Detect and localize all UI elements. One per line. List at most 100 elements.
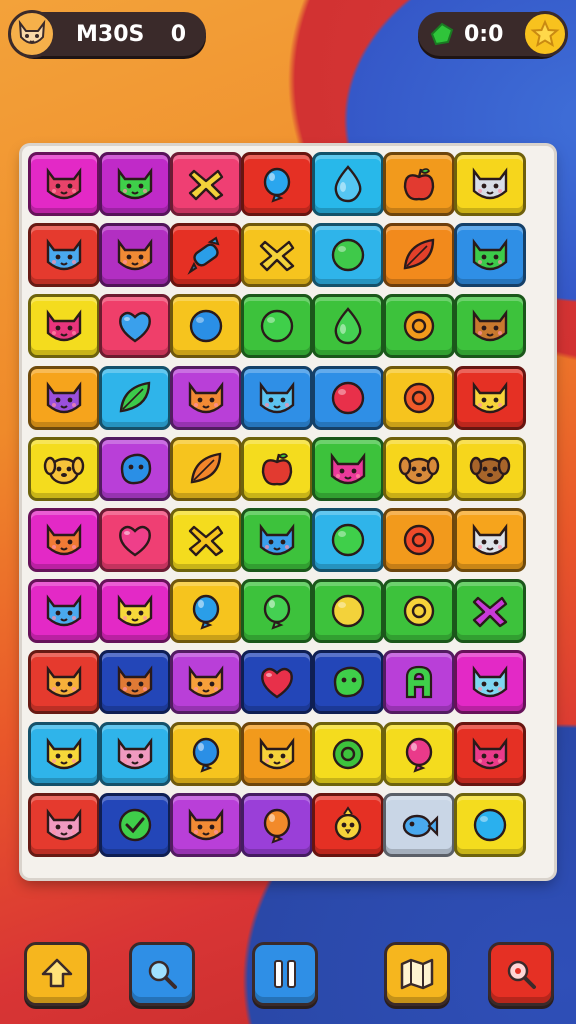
tile-r4-c7[interactable] [454, 365, 526, 430]
tile-r8-c5[interactable] [312, 650, 384, 715]
tile-r9-c7[interactable] [454, 721, 526, 786]
tile-r10-c7[interactable] [454, 792, 526, 857]
tile-r10-c2[interactable] [99, 792, 171, 857]
gem-panel: 0:0 [418, 11, 568, 57]
tile-r9-c4[interactable] [241, 721, 313, 786]
tile-r3-c7[interactable] [454, 294, 526, 359]
tile-r1-c3[interactable] [170, 152, 242, 216]
score-panel: M30S 0 [8, 10, 206, 58]
tile-r8-c7[interactable] [454, 650, 526, 715]
tile-r5-c4[interactable] [241, 436, 313, 501]
cat-face-icon [38, 232, 90, 278]
tile-r3-c3[interactable] [170, 294, 242, 359]
tile-r10-c6[interactable] [383, 792, 455, 857]
tile-r1-c6[interactable] [383, 152, 455, 216]
tile-r7-c7[interactable] [454, 579, 526, 644]
tile-r9-c1[interactable] [28, 721, 100, 786]
level-label: M30S [76, 21, 145, 47]
tile-r3-c5[interactable] [312, 294, 384, 359]
cat-face-icon [109, 731, 161, 777]
tile-r3-c4[interactable] [241, 294, 313, 359]
tile-r2-c2[interactable] [99, 223, 171, 288]
tile-r2-c4[interactable] [241, 223, 313, 288]
letter-a-icon [393, 659, 445, 705]
tile-r8-c4[interactable] [241, 650, 313, 715]
tile-r8-c2[interactable] [99, 650, 171, 715]
tile-r4-c6[interactable] [383, 365, 455, 430]
circle-gem-icon [464, 802, 516, 848]
tile-r3-c1[interactable] [28, 294, 100, 359]
tile-r2-c3[interactable] [170, 223, 242, 288]
circle-gem-icon [322, 232, 374, 278]
cat-face-icon [109, 161, 161, 207]
tile-r4-c3[interactable] [170, 365, 242, 430]
tile-r10-c4[interactable] [241, 792, 313, 857]
tile-r2-c5[interactable] [312, 223, 384, 288]
tile-r6-c5[interactable] [312, 508, 384, 572]
tile-r6-c2[interactable] [99, 508, 171, 572]
ring-icon [322, 731, 374, 777]
tile-r5-c1[interactable] [28, 436, 100, 501]
tile-r9-c5[interactable] [312, 721, 384, 786]
fox-face-icon[interactable] [8, 10, 56, 58]
tile-r6-c4[interactable] [241, 508, 313, 572]
tile-r10-c3[interactable] [170, 792, 242, 857]
balloon-icon [251, 802, 303, 848]
magnifier-icon [142, 954, 182, 994]
tile-r10-c1[interactable] [28, 792, 100, 857]
tile-r9-c6[interactable] [383, 721, 455, 786]
tile-r1-c1[interactable] [28, 152, 100, 216]
tile-r7-c4[interactable] [241, 579, 313, 644]
pause-button[interactable] [252, 942, 318, 1006]
cat-face-icon [464, 517, 516, 563]
leaf-icon [109, 375, 161, 421]
tile-r2-c1[interactable] [28, 223, 100, 288]
tile-r6-c7[interactable] [454, 508, 526, 572]
tile-r6-c1[interactable] [28, 508, 100, 572]
tile-r1-c4[interactable] [241, 152, 313, 216]
cat-face-icon [109, 232, 161, 278]
cat-face-icon [109, 659, 161, 705]
tile-r2-c6[interactable] [383, 223, 455, 288]
tile-r5-c2[interactable] [99, 436, 171, 501]
tile-r7-c6[interactable] [383, 579, 455, 644]
tile-r8-c6[interactable] [383, 650, 455, 715]
tile-r3-c2[interactable] [99, 294, 171, 359]
tile-r9-c2[interactable] [99, 721, 171, 786]
tile-r5-c3[interactable] [170, 436, 242, 501]
tile-r6-c6[interactable] [383, 508, 455, 572]
hint-button[interactable] [488, 942, 554, 1006]
tile-r5-c6[interactable] [383, 436, 455, 501]
tile-r7-c3[interactable] [170, 579, 242, 644]
magnifier-hint-icon [501, 954, 541, 994]
tile-r5-c5[interactable] [312, 436, 384, 501]
tile-r10-c5[interactable] [312, 792, 384, 857]
tile-r4-c4[interactable] [241, 365, 313, 430]
tile-r1-c2[interactable] [99, 152, 171, 216]
home-arrow-icon [37, 954, 77, 994]
cat-face-icon [180, 375, 232, 421]
tile-r4-c2[interactable] [99, 365, 171, 430]
cat-face-icon [251, 375, 303, 421]
heart-icon [251, 659, 303, 705]
map-button[interactable] [384, 942, 450, 1006]
search-button[interactable] [129, 942, 195, 1006]
home-button[interactable] [24, 942, 90, 1006]
tile-r2-c7[interactable] [454, 223, 526, 288]
cross-icon [180, 517, 232, 563]
tile-r4-c5[interactable] [312, 365, 384, 430]
circle-gem-icon [251, 303, 303, 349]
tile-r3-c6[interactable] [383, 294, 455, 359]
tile-r7-c2[interactable] [99, 579, 171, 644]
tile-r9-c3[interactable] [170, 721, 242, 786]
tile-r6-c3[interactable] [170, 508, 242, 572]
tile-r8-c3[interactable] [170, 650, 242, 715]
tile-r5-c7[interactable] [454, 436, 526, 501]
tile-r1-c5[interactable] [312, 152, 384, 216]
tile-r4-c1[interactable] [28, 365, 100, 430]
tile-r7-c5[interactable] [312, 579, 384, 644]
tile-r7-c1[interactable] [28, 579, 100, 644]
tile-r8-c1[interactable] [28, 650, 100, 715]
star-icon[interactable] [522, 11, 568, 57]
tile-r1-c7[interactable] [454, 152, 526, 216]
